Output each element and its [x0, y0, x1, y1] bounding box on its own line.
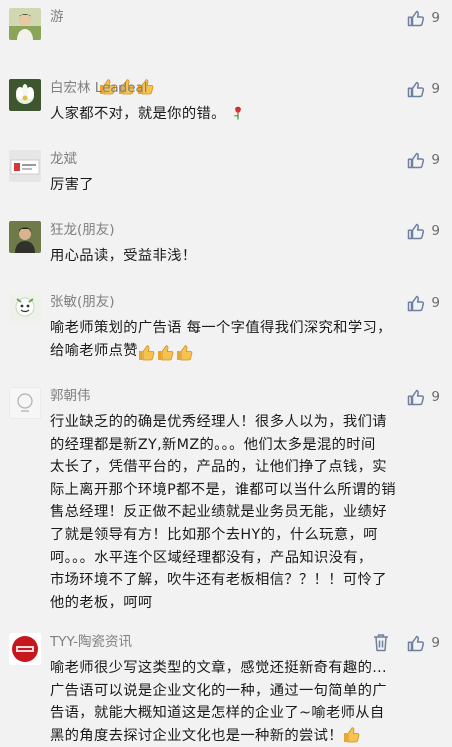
like-button[interactable]: 9 — [407, 80, 440, 98]
like-button[interactable]: 9 — [407, 151, 440, 169]
avatar[interactable] — [9, 150, 41, 182]
comment-text: 喻老师很少写这类型的文章，感觉还挺新奇有趣的... 广告语可以说是企业文化的一种… — [50, 660, 387, 744]
like-button[interactable]: 9 — [407, 9, 440, 27]
thumbs-up-emoji-icon — [138, 344, 155, 361]
avatar[interactable] — [9, 293, 41, 325]
comment-text: 人家都不对，就是你的错。 — [50, 103, 435, 126]
like-button[interactable]: 9 — [407, 294, 440, 312]
thumbs-up-emoji-icon — [176, 344, 193, 361]
thumbs-up-icon — [407, 152, 425, 169]
commenter-name[interactable]: TYY-陶瓷资讯 — [50, 633, 132, 651]
like-count: 9 — [431, 152, 440, 168]
comment-item: TYY-陶瓷资讯 9 喻老师很少写这类型的文章，感觉还挺新奇有趣的... 广告语… — [0, 633, 452, 745]
like-count: 9 — [431, 223, 440, 239]
comment-item: 白宏林 Leadeal 9 人家都不对，就是你的错。 — [0, 79, 452, 127]
like-button[interactable]: 9 — [407, 634, 440, 652]
comment-item: 游 9 — [0, 8, 452, 58]
thumbs-up-icon — [407, 10, 425, 27]
comment-item: 龙斌 9 厉害了 — [0, 150, 452, 198]
comment-text: 用心品读，受益非浅！ — [50, 248, 197, 264]
commenter-name[interactable]: 张敏(朋友) — [50, 293, 115, 311]
comment-text: 行业缺乏的的确是优秀经理人！很多人以为，我们请 的经理都是新ZY,新MZ的。。。… — [50, 414, 396, 611]
comment-item: 狂龙(朋友) 9 用心品读，受益非浅！ — [0, 221, 452, 269]
avatar[interactable] — [9, 79, 41, 111]
comment-item: 张敏(朋友) 9 喻老师策划的广告语 每一个字值得我们深究和学习， 给喻老师点赞 — [0, 293, 452, 363]
like-count: 9 — [431, 81, 440, 97]
avatar[interactable] — [9, 387, 41, 419]
like-count: 9 — [431, 635, 440, 651]
emoji-row — [138, 343, 195, 366]
thumbs-up-icon — [407, 295, 425, 312]
like-count: 9 — [431, 389, 440, 405]
commenter-name[interactable]: 龙斌 — [50, 150, 77, 168]
commenter-name[interactable]: 白宏林 Leadeal — [50, 79, 148, 97]
commenter-name[interactable]: 游 — [50, 8, 64, 26]
comment-text: 厉害了 — [50, 177, 94, 193]
avatar[interactable] — [9, 221, 41, 253]
like-button[interactable]: 9 — [407, 222, 440, 240]
comment-item: 郭朝伟 9 行业缺乏的的确是优秀经理人！很多人以为，我们请 的经理都是新ZY,新… — [0, 387, 452, 611]
like-count: 9 — [431, 10, 440, 26]
like-count: 9 — [431, 295, 440, 311]
thumbs-up-icon — [407, 635, 425, 652]
avatar[interactable] — [9, 8, 41, 40]
avatar[interactable] — [9, 633, 41, 665]
thumbs-up-emoji-icon — [343, 726, 360, 743]
commenter-name[interactable]: 郭朝伟 — [50, 387, 91, 405]
comment-text: 喻老师策划的广告语 每一个字值得我们深究和学习， 给喻老师点赞 — [50, 317, 435, 365]
like-button[interactable]: 9 — [407, 388, 440, 406]
rose-icon — [233, 106, 241, 120]
thumbs-up-icon — [407, 389, 425, 406]
thumbs-up-icon — [407, 223, 425, 240]
thumbs-up-icon — [407, 81, 425, 98]
commenter-name[interactable]: 狂龙(朋友) — [50, 221, 115, 239]
thumbs-up-emoji-icon — [157, 344, 174, 361]
trash-icon[interactable] — [372, 633, 390, 652]
